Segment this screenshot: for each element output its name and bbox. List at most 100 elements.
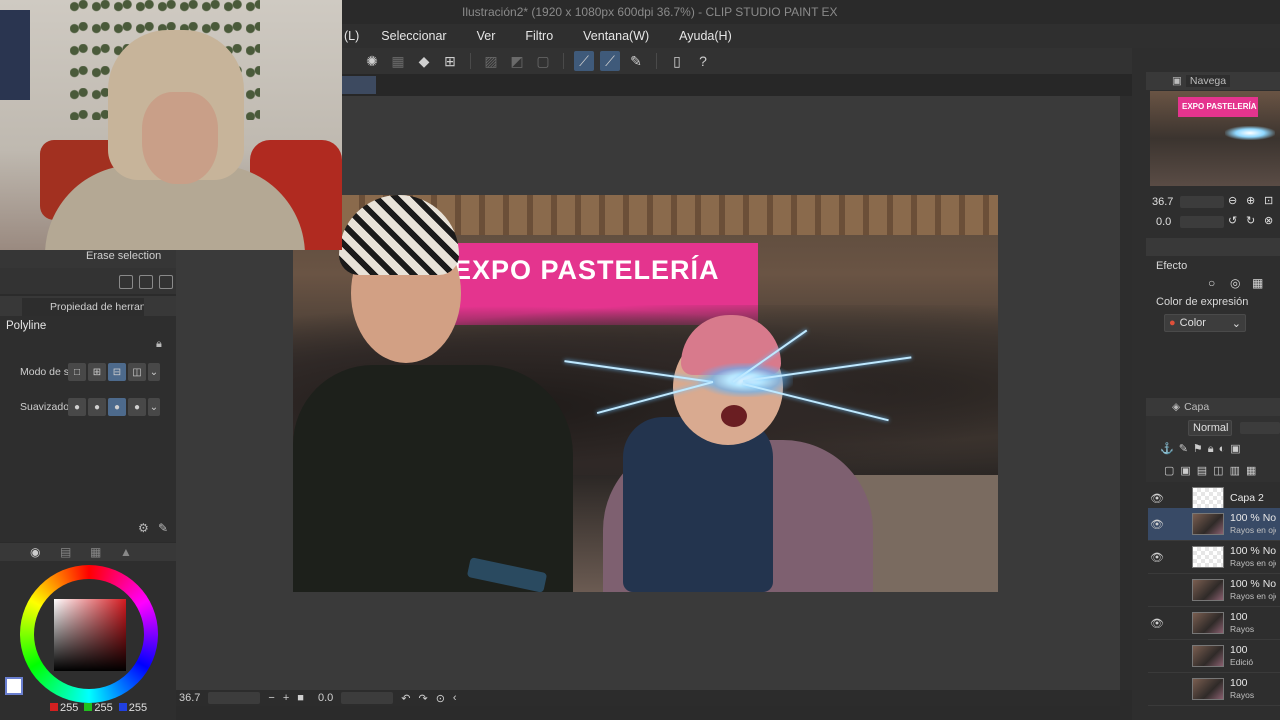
antialias-weak-button[interactable]: ● [88,398,106,416]
settings-icon[interactable]: ⚙ [138,521,149,535]
navigator-icon: ▣ [1172,75,1182,87]
tool-property-tab[interactable]: Propiedad de herran [22,298,144,316]
eye-icon[interactable]: 👁︎ [1148,492,1166,505]
navigator-angle[interactable]: 0.0 [1156,216,1171,228]
trash-icon[interactable] [159,275,173,289]
expression-color-dropdown[interactable]: ● Color ⌄ [1164,314,1246,332]
eye-icon[interactable]: 👁︎ [1148,683,1166,696]
layer-row[interactable]: 👁︎ 100Rayos [1148,673,1280,706]
layer-row[interactable]: 👁︎ 100Edició [1148,640,1280,673]
fit-icon[interactable]: ■ [297,692,304,704]
navigator-tab[interactable]: Navega [1185,75,1231,87]
subtract-selection-button[interactable]: ⊟ [108,363,126,381]
opacity-slider[interactable] [1240,422,1280,434]
rotation-slider[interactable] [341,692,394,704]
eye-icon[interactable]: 👁︎ [1148,518,1166,531]
layer-icon: ◈ [1172,401,1181,413]
layer-row[interactable]: 👁︎ 100Rayos [1148,607,1280,640]
snap-special-ruler-icon[interactable]: ⟋ [600,51,620,71]
color-set-tab-icon[interactable]: ▦ [90,545,101,559]
help-icon[interactable]: ? [693,51,713,71]
color-wheel[interactable] [20,565,158,703]
color-wheel-tab-icon[interactable]: ◉ [30,545,40,559]
intersect-selection-button[interactable]: ◫ [128,363,146,381]
vertical-scrollbar[interactable] [1120,96,1132,690]
navigator-zoom-slider[interactable] [1180,196,1224,208]
chevron-down-icon[interactable]: ⌄ [148,398,160,416]
saturation-value-square[interactable] [54,599,126,671]
blend-mode-dropdown[interactable]: Normal [1188,420,1232,436]
new-selection-button[interactable]: □ [68,363,86,381]
menu-item-help[interactable]: Ayuda(H) [679,29,732,43]
angle-value[interactable]: 0.0 [318,692,333,704]
menu-item-view[interactable]: Ver [477,29,496,43]
blue-readout: 255 [118,702,147,714]
reset-rotation-icon[interactable]: ⊙ [436,692,445,705]
invert-selection-icon[interactable]: ◩ [507,51,527,71]
layer-row[interactable]: 👁︎ 100 % NorRayos en ojo [1148,574,1280,607]
eye-icon[interactable]: 👁︎ [1148,584,1166,597]
duplicate-icon[interactable] [139,275,153,289]
menu-item-layer[interactable]: (L) [344,29,359,43]
erase-selection-label[interactable]: Erase selection [0,250,176,268]
device-icon[interactable]: ▯ [667,51,687,71]
menu-item-window[interactable]: Ventana(W) [583,29,649,43]
actual-size-icon[interactable]: ⊡ [1264,194,1273,207]
zoom-slider[interactable] [208,692,261,704]
eye-icon[interactable]: 👁︎ [1148,617,1166,630]
color-slider-tab-icon[interactable]: ▤ [60,545,71,559]
clear-outside-icon[interactable]: ▨ [481,51,501,71]
loading-icon[interactable]: ✺ [362,51,382,71]
wrench-icon[interactable]: ✎ [158,521,168,535]
navigator-angle-slider[interactable] [1180,216,1224,228]
canvas-tab[interactable] [342,76,376,94]
woman-scarf [623,417,773,592]
eye-icon[interactable]: 👁︎ [1148,650,1166,663]
menu-item-filter[interactable]: Filtro [525,29,553,43]
layer-action-icons[interactable]: ▢▣▤◫▥▦ [1164,464,1262,477]
layer-row[interactable]: 👁︎ 100 % NorRayos en ojo [1148,541,1280,574]
pen-ruler-icon[interactable]: ✎ [626,51,646,71]
layer-tab[interactable]: Capa [1184,401,1209,413]
fill-icon[interactable]: ◆ [414,51,434,71]
navigator-zoom[interactable]: 36.7 [1152,196,1173,208]
transform-icon[interactable]: ⊞ [440,51,460,71]
snap-ruler-icon[interactable]: ⟋ [574,51,594,71]
rotate-left-icon[interactable]: ↺ [1228,214,1237,227]
selection-mode-buttons: □ ⊞ ⊟ ◫ ⌄ [68,363,160,381]
layer-toolbar: Normal ⚓✎⚑🔒︎◐▣ ▢▣▤◫▥▦ [1146,416,1280,482]
add-selection-button[interactable]: ⊞ [88,363,106,381]
antialias-medium-button[interactable]: ● [108,398,126,416]
antialias-strong-button[interactable]: ● [128,398,146,416]
antialias-none-button[interactable]: ● [68,398,86,416]
window-title: Ilustración2* (1920 x 1080px 600dpi 36.7… [342,0,1280,24]
flip-icon[interactable]: ‹ [453,692,457,704]
layer-property-tab-bar [1146,238,1280,256]
zoom-value[interactable]: 36.7 [179,692,200,704]
navigator-preview[interactable]: EXPO PASTELERÍA [1150,91,1280,186]
eye-icon[interactable]: 👁︎ [1148,551,1166,564]
rotate-right-icon[interactable]: ↻ [1246,214,1255,227]
zoom-in-icon[interactable]: + [283,692,289,704]
canvas-image[interactable]: EXPO PASTELERÍA [293,195,998,592]
reset-icon[interactable]: ⊗ [1264,214,1273,227]
lock-icon[interactable]: 🔒︎ [156,338,162,351]
effect-border-icon[interactable]: ○ [1208,276,1215,290]
layer-row-selected[interactable]: 👁︎ 100 % Nor Rayos en ojo [1148,508,1280,541]
rotate-left-icon[interactable]: ↶ [401,692,410,705]
menu-item-select[interactable]: Seleccionar [381,29,446,43]
main-color-swatch[interactable] [5,677,23,695]
zoom-out-icon[interactable]: ⊖ [1228,194,1237,207]
effect-tone-icon[interactable]: ◎ [1230,276,1240,290]
effect-grid-icon[interactable]: ▦ [1252,276,1263,290]
layer-tool-icons[interactable]: ⚓✎⚑🔒︎◐▣ [1160,442,1246,456]
chevron-down-icon[interactable]: ⌄ [148,363,160,381]
color-panel-tabs: ◉ ▤ ▦ ▲ [0,543,176,561]
intermediate-color-tab-icon[interactable]: ▲ [120,545,132,559]
zoom-out-icon[interactable]: − [268,692,274,704]
deselect-icon[interactable]: ▦ [388,51,408,71]
zoom-in-icon[interactable]: ⊕ [1246,194,1255,207]
download-icon[interactable] [119,275,133,289]
crop-icon[interactable]: ▢ [533,51,553,71]
rotate-right-icon[interactable]: ↷ [418,692,427,705]
